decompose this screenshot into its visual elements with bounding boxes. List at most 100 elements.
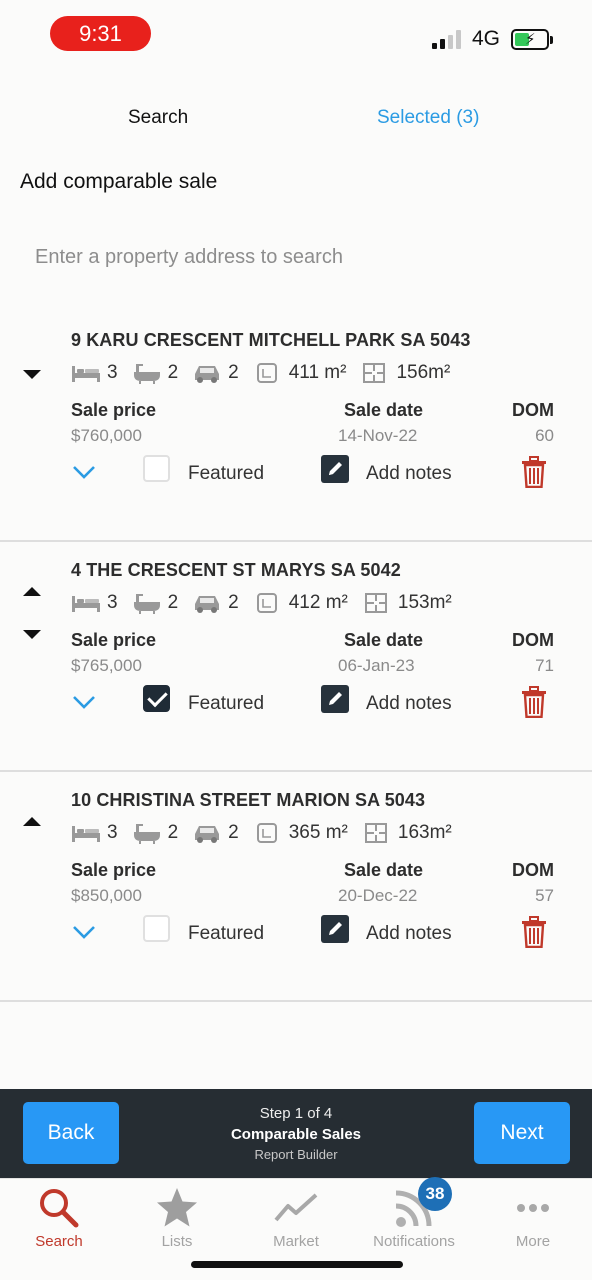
land-size-icon	[256, 593, 277, 613]
sale-date-label: Sale date	[344, 630, 424, 650]
sale-date-value: 20-Dec-22	[338, 886, 418, 905]
floor-size-value: 156m²	[396, 362, 451, 383]
property-card: 4 THE CRESCENT ST MARYS SA 5042 3 2 2 41…	[0, 542, 592, 772]
nav-label-more: More	[515, 1233, 551, 1250]
sale-price-label: Sale price	[71, 630, 157, 650]
add-notes-button[interactable]: Add notes	[366, 923, 452, 945]
featured-label: Featured	[188, 693, 265, 714]
edit-notes-icon[interactable]	[321, 685, 349, 713]
search-icon	[40, 1189, 79, 1228]
cars-value: 2	[228, 362, 239, 383]
nav-item-search[interactable]: Search	[0, 1179, 118, 1259]
chevron-down-icon[interactable]	[72, 462, 96, 482]
property-features: 3 2 2 365 m² 163m²	[71, 818, 466, 848]
property-card: 10 CHRISTINA STREET MARION SA 5043 3 2 2…	[0, 772, 592, 1002]
trash-icon[interactable]	[520, 916, 548, 948]
baths-value: 2	[167, 362, 179, 383]
trash-icon[interactable]	[520, 456, 548, 488]
move-down-icon[interactable]	[23, 630, 41, 639]
next-button[interactable]: Next	[474, 1102, 570, 1164]
step-counter: Step 1 of 4	[259, 1105, 333, 1122]
property-features: 3 2 2 412 m² 153m²	[71, 588, 466, 618]
property-address: 4 THE CRESCENT ST MARYS SA 5042	[71, 560, 401, 580]
floor-plan-icon	[364, 593, 387, 613]
featured-label: Featured	[188, 923, 265, 944]
car-icon	[195, 826, 220, 843]
beds-value: 3	[107, 362, 118, 383]
floor-size-value: 153m²	[397, 592, 452, 613]
dom-label: DOM	[512, 860, 554, 880]
nav-item-more[interactable]: More	[474, 1179, 592, 1259]
step-title: Comparable Sales	[230, 1126, 362, 1143]
nav-label-lists: Lists	[161, 1233, 193, 1250]
star-icon	[157, 1188, 197, 1227]
home-indicator	[191, 1261, 403, 1268]
land-size-icon	[256, 823, 277, 843]
trash-icon[interactable]	[520, 686, 548, 718]
trend-line-icon	[274, 1193, 318, 1222]
beds-value: 3	[107, 822, 118, 843]
featured-checkbox[interactable]	[143, 685, 170, 712]
tab-search[interactable]: Search	[128, 107, 188, 129]
dom-value: 57	[535, 886, 554, 905]
signal-icon	[432, 29, 464, 49]
featured-checkbox[interactable]	[143, 915, 170, 942]
floor-size-value: 163m²	[397, 822, 452, 843]
section-title: Add comparable sale	[20, 170, 218, 193]
step-subtitle: Report Builder	[254, 1147, 338, 1162]
notifications-badge: 38	[418, 1177, 452, 1211]
move-up-icon[interactable]	[23, 817, 41, 826]
sale-date-label: Sale date	[344, 400, 424, 420]
add-notes-button[interactable]: Add notes	[366, 463, 452, 485]
property-address: 10 CHRISTINA STREET MARION SA 5043	[71, 790, 426, 810]
bath-icon	[133, 824, 160, 844]
nav-item-market[interactable]: Market	[237, 1179, 355, 1259]
sale-price-label: Sale price	[71, 400, 157, 420]
edit-notes-icon[interactable]	[321, 455, 349, 483]
featured-checkbox[interactable]	[143, 455, 170, 482]
sale-price-value: $850,000	[71, 886, 142, 905]
beds-value: 3	[107, 592, 118, 613]
car-icon	[195, 596, 220, 613]
nav-label-market: Market	[273, 1233, 319, 1250]
status-bar: 9:31 4G ⚡	[0, 0, 592, 70]
chevron-down-icon[interactable]	[72, 692, 96, 712]
floor-plan-icon	[364, 823, 387, 843]
back-button[interactable]: Back	[23, 1102, 119, 1164]
step-footer: Back Step 1 of 4 Comparable Sales Report…	[0, 1089, 592, 1178]
status-time: 9:31	[50, 16, 151, 51]
featured-label: Featured	[188, 463, 265, 484]
bath-icon	[133, 594, 160, 614]
more-dots-icon	[517, 1204, 549, 1212]
bath-icon	[133, 364, 160, 384]
chevron-down-icon[interactable]	[72, 922, 96, 942]
sale-price-value: $760,000	[71, 426, 142, 445]
network-type: 4G	[472, 27, 501, 50]
sale-price-label: Sale price	[71, 860, 157, 880]
nav-label-search: Search	[35, 1233, 83, 1250]
nav-item-notifications[interactable]: 38 Notifications	[355, 1177, 473, 1259]
screen: 9:31 4G ⚡ Search Selected (3) Add compar…	[0, 0, 592, 1280]
sale-date-value: 06-Jan-23	[338, 656, 415, 675]
dom-value: 60	[535, 426, 554, 445]
land-size-value: 411 m²	[288, 362, 347, 383]
land-size-value: 412 m²	[288, 592, 348, 613]
nav-item-lists[interactable]: Lists	[118, 1179, 236, 1259]
move-down-icon[interactable]	[23, 370, 41, 379]
dom-label: DOM	[512, 400, 554, 420]
edit-notes-icon[interactable]	[321, 915, 349, 943]
tab-selected[interactable]: Selected (3)	[377, 107, 479, 129]
cars-value: 2	[228, 592, 239, 613]
sale-date-label: Sale date	[344, 860, 424, 880]
step-info: Step 1 of 4 Comparable Sales Report Buil…	[176, 1104, 416, 1165]
land-size-value: 365 m²	[288, 822, 348, 843]
bed-icon	[72, 596, 100, 612]
bed-icon	[72, 826, 100, 842]
floor-plan-icon	[363, 363, 386, 383]
baths-value: 2	[167, 822, 179, 843]
address-search-input[interactable]	[20, 236, 570, 278]
add-notes-button[interactable]: Add notes	[366, 693, 452, 715]
move-up-icon[interactable]	[23, 587, 41, 596]
property-features: 3 2 2 411 m² 156m²	[71, 358, 464, 388]
sale-price-value: $765,000	[71, 656, 142, 675]
